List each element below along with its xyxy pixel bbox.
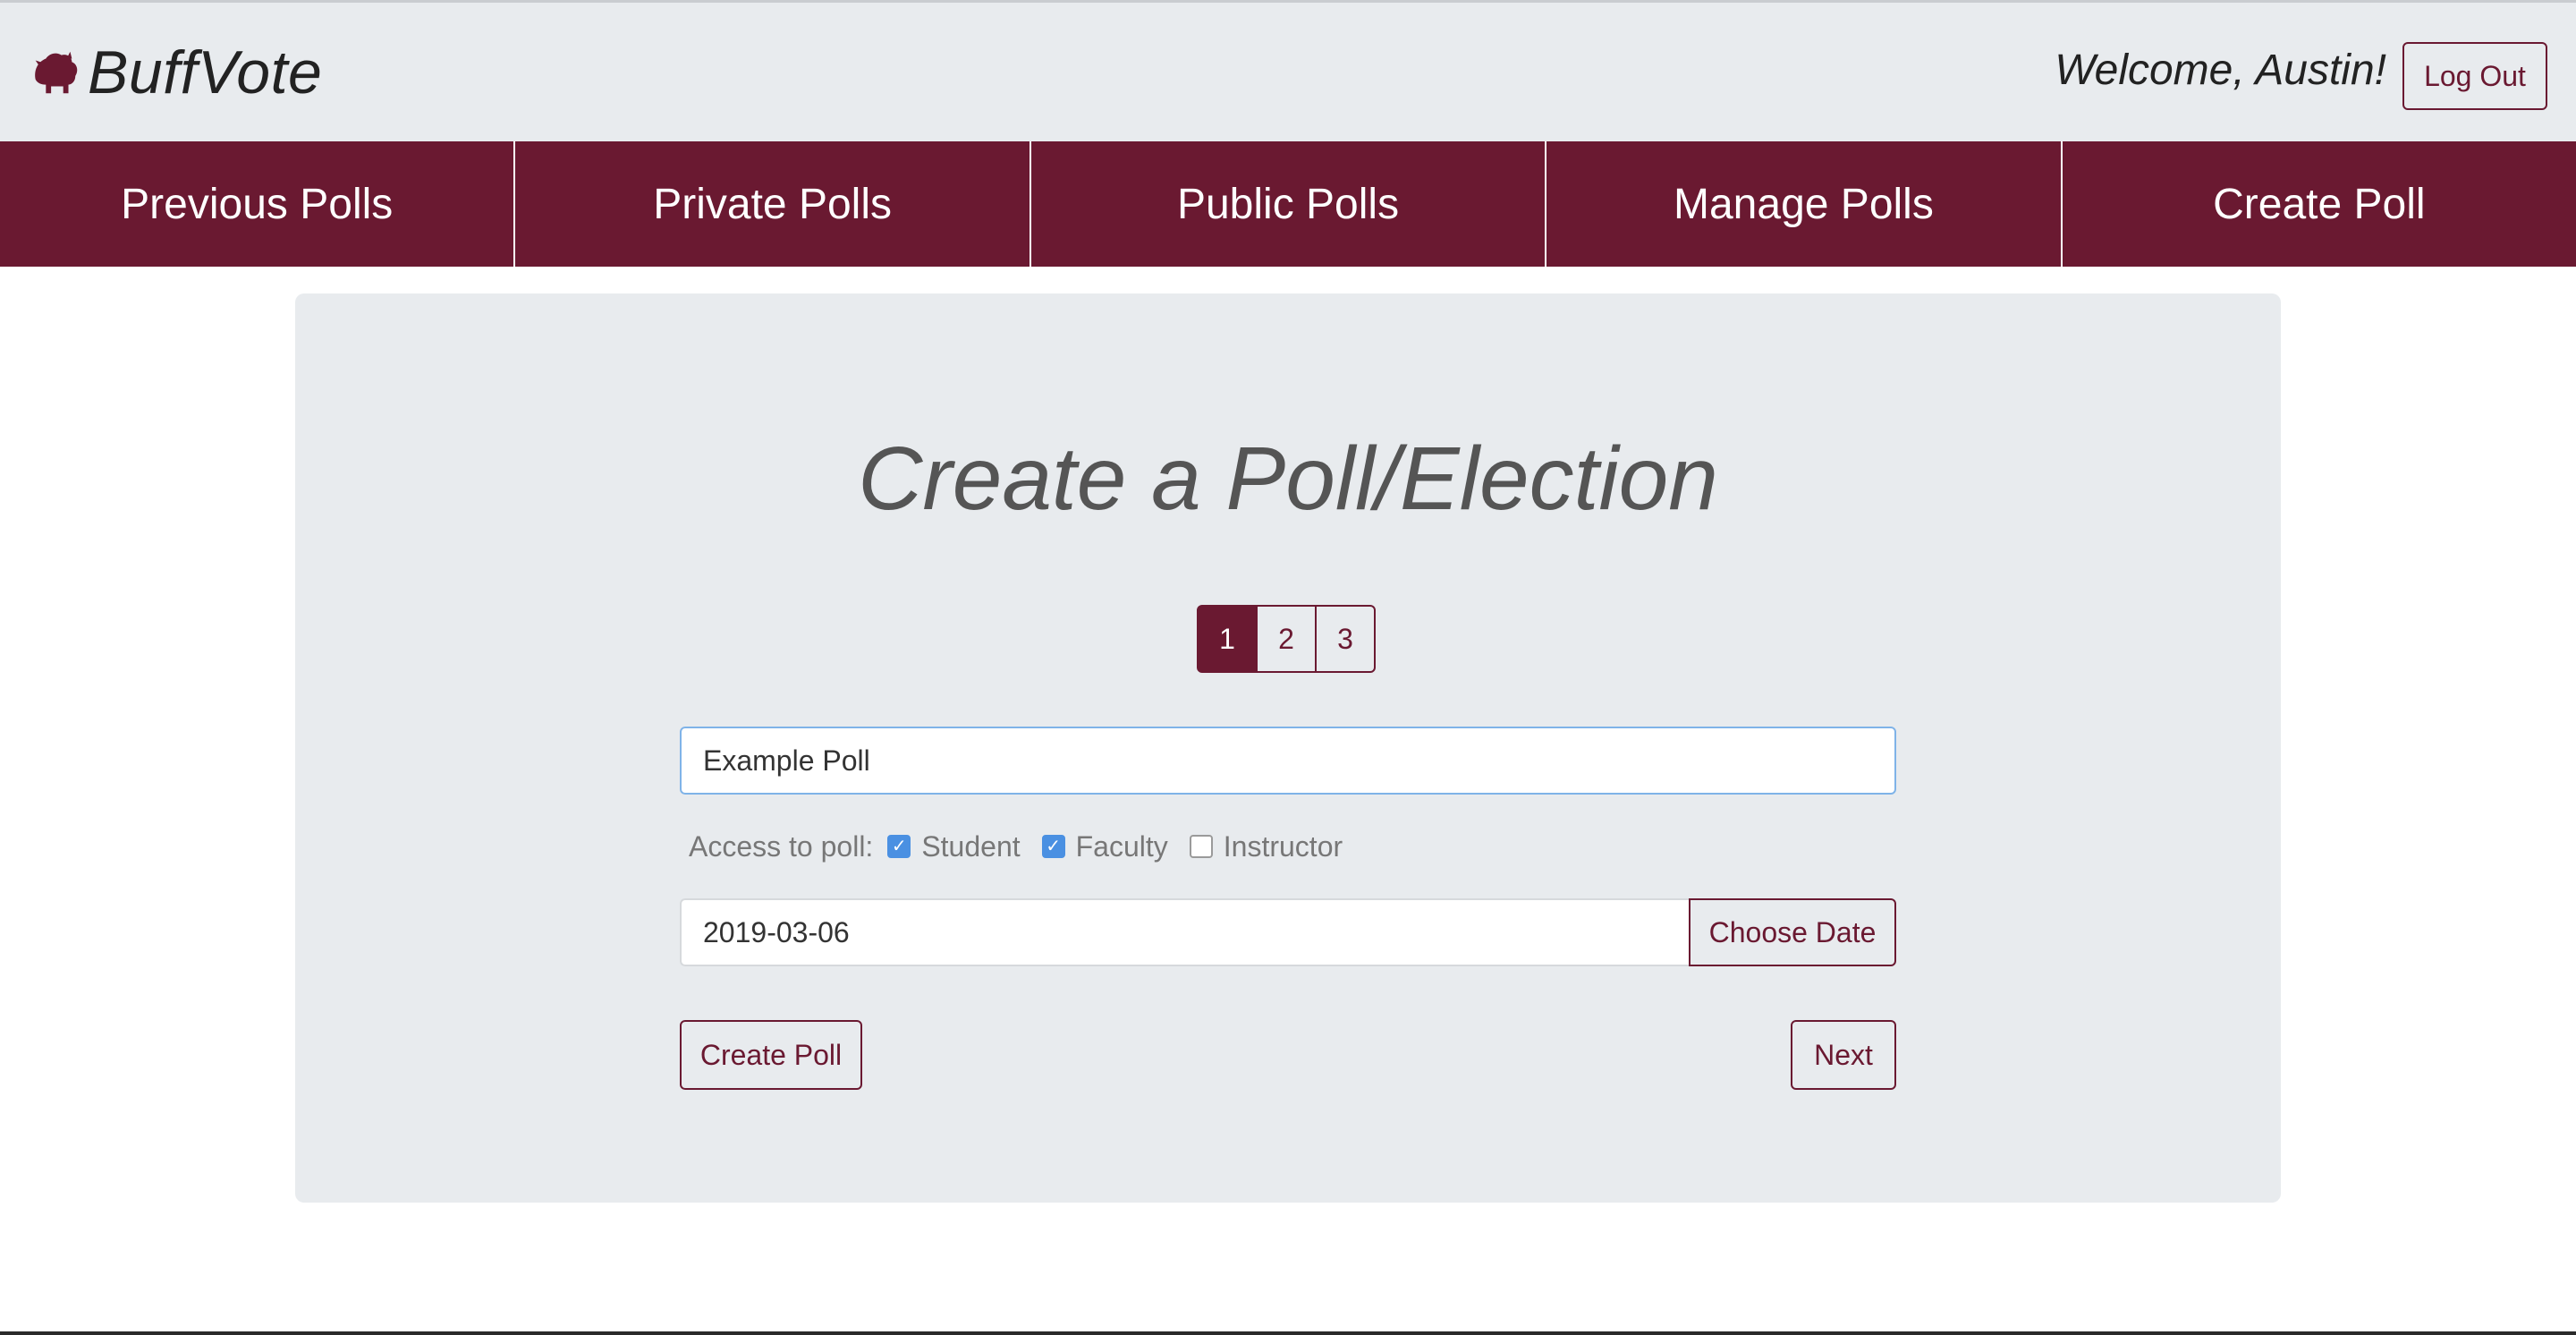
student-label: Student: [921, 829, 1021, 863]
brand[interactable]: BuffVote: [27, 30, 322, 115]
nav-item-manage-polls[interactable]: Manage Polls: [1546, 141, 2063, 267]
instructor-label: Instructor: [1223, 829, 1343, 863]
nav-item-create-poll[interactable]: Create Poll: [2063, 141, 2576, 267]
main-nav: Previous Polls Private Polls Public Poll…: [0, 141, 2576, 267]
create-poll-card: Create a Poll/Election 1 2 3 Access to p…: [295, 293, 2281, 1203]
access-faculty-option[interactable]: ✓ Faculty: [1041, 829, 1168, 863]
student-checkbox[interactable]: ✓: [887, 835, 911, 858]
access-student-option[interactable]: ✓ Student: [887, 829, 1021, 863]
create-poll-button[interactable]: Create Poll: [680, 1020, 862, 1090]
header-bar: BuffVote Welcome, Austin! Log Out: [0, 0, 2576, 141]
nav-item-previous-polls[interactable]: Previous Polls: [0, 141, 516, 267]
access-options: Access to poll: ✓ Student ✓ Faculty Inst…: [689, 825, 1364, 868]
welcome-message: Welcome, Austin!: [2055, 47, 2386, 94]
step-1-button[interactable]: 1: [1197, 605, 1258, 673]
next-button[interactable]: Next: [1791, 1020, 1896, 1090]
buffalo-logo-icon: [35, 51, 78, 94]
nav-item-public-polls[interactable]: Public Polls: [1031, 141, 1547, 267]
step-3-button[interactable]: 3: [1315, 605, 1376, 673]
brand-name: BuffVote: [88, 38, 323, 106]
choose-date-button[interactable]: Choose Date: [1689, 898, 1896, 966]
step-indicator: 1 2 3: [1197, 605, 1376, 673]
access-instructor-option[interactable]: Instructor: [1189, 829, 1343, 863]
bottom-border: [0, 1331, 2576, 1335]
page-title: Create a Poll/Election: [858, 429, 1718, 529]
faculty-checkbox[interactable]: ✓: [1041, 835, 1065, 858]
poll-name-input[interactable]: [680, 727, 1896, 795]
logout-button[interactable]: Log Out: [2402, 42, 2547, 110]
faculty-label: Faculty: [1075, 829, 1168, 863]
access-label: Access to poll:: [689, 829, 874, 863]
nav-item-private-polls[interactable]: Private Polls: [515, 141, 1031, 267]
step-2-button[interactable]: 2: [1256, 605, 1317, 673]
instructor-checkbox[interactable]: [1189, 835, 1213, 858]
date-input[interactable]: [680, 898, 1690, 966]
